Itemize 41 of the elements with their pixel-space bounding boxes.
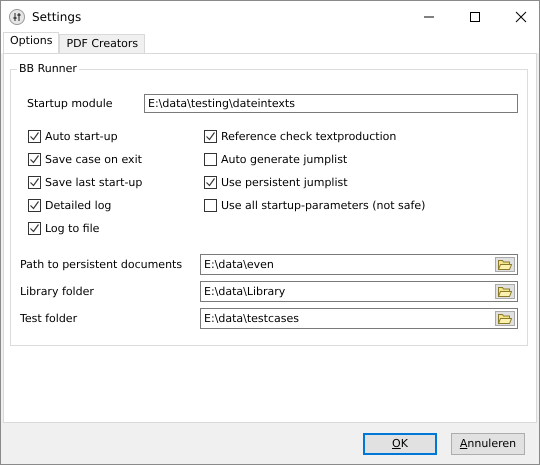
checkbox-label[interactable]: Detailed log: [45, 199, 112, 212]
checkbox-label[interactable]: Save case on exit: [45, 153, 142, 166]
input-field[interactable]: E:\data\testing\dateintexts: [144, 94, 518, 113]
checkbox-label[interactable]: Save last start-up: [45, 176, 142, 189]
folder-icon: [498, 286, 512, 297]
checkbox-label[interactable]: Reference check textproduction: [221, 130, 396, 143]
window-title: Settings: [32, 10, 82, 24]
input-field[interactable]: E:\data\testcases: [204, 312, 299, 325]
maximize-icon[interactable]: [469, 11, 481, 23]
folder-icon: [498, 313, 512, 324]
browse-button[interactable]: [495, 284, 515, 299]
field-label: Test folder: [20, 312, 78, 325]
tab[interactable]: Options: [3, 32, 60, 53]
checkbox[interactable]: [28, 176, 41, 189]
checkbox-label[interactable]: Use all startup-parameters (not safe): [221, 199, 426, 212]
checkbox-label[interactable]: Auto start-up: [45, 130, 118, 143]
checkbox[interactable]: [204, 153, 217, 166]
input-field[interactable]: E:\data\even: [204, 258, 274, 271]
checkbox[interactable]: [28, 130, 41, 143]
checkbox[interactable]: [28, 153, 41, 166]
dialog-button[interactable]: Annuleren: [451, 432, 525, 454]
checkbox[interactable]: [204, 176, 217, 189]
group-title: BB Runner: [17, 62, 79, 75]
close-icon[interactable]: [515, 11, 527, 23]
field-label: Library folder: [20, 285, 95, 298]
field-label: Path to persistent documents: [20, 258, 184, 271]
checkbox[interactable]: [204, 199, 217, 212]
checkbox[interactable]: [28, 222, 41, 235]
folder-icon: [498, 259, 512, 270]
input-field[interactable]: E:\data\Library: [204, 285, 286, 298]
tab[interactable]: PDF Creators: [59, 34, 146, 53]
checkbox[interactable]: [204, 130, 217, 143]
checkbox-label[interactable]: Use persistent jumplist: [221, 176, 348, 189]
checkbox-label[interactable]: Auto generate jumplist: [221, 153, 348, 166]
checkbox[interactable]: [28, 199, 41, 212]
checkbox-label[interactable]: Log to file: [45, 222, 100, 235]
dialog-button[interactable]: OK: [363, 432, 437, 454]
browse-button[interactable]: [495, 311, 515, 326]
sliders-icon: [9, 9, 25, 25]
browse-button[interactable]: [495, 257, 515, 272]
field-label: Startup module: [27, 97, 114, 110]
